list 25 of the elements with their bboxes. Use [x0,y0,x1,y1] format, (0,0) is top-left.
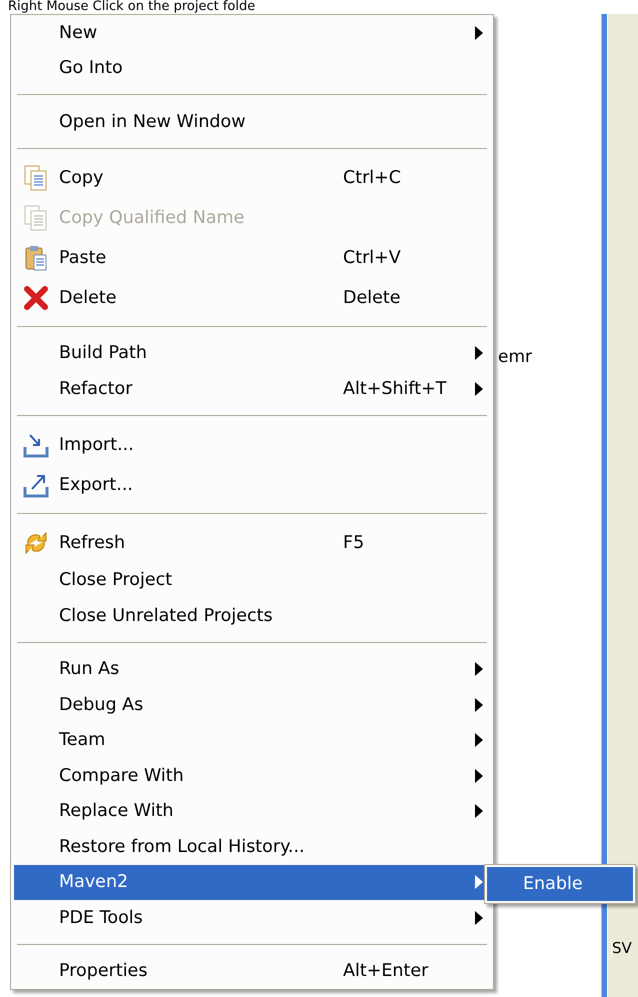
menu-item[interactable]: Debug As [14,687,490,722]
menu-item[interactable]: Paste Ctrl+V [14,238,490,278]
menu-item[interactable]: PDE Tools [14,900,490,936]
menu-item[interactable]: Copy Ctrl+C [14,158,490,198]
menu-item[interactable]: Compare With [14,758,490,794]
menu-item[interactable]: Refactor Alt+Shift+T [14,371,490,406]
menu-item[interactable]: Enable [487,867,633,901]
menu-item[interactable]: Close Project [14,562,490,598]
caption-text: Right Mouse Click on the project folde [7,0,256,14]
menu-item[interactable]: Open in New Window [14,104,490,140]
menu-item[interactable]: Import... [14,424,490,464]
menu-item[interactable]: Team [14,722,490,758]
menu-item[interactable]: Build Path [14,336,490,371]
menu-item[interactable]: Export... [14,464,490,504]
menu-item[interactable]: Refresh F5 [14,522,490,562]
menu-item[interactable]: Properties Alt+Enter [14,954,490,989]
menu-item[interactable]: Delete Delete [14,278,490,318]
menu-item[interactable]: Close Unrelated Projects [14,598,490,634]
cross-icon [22,284,50,312]
menu-item[interactable]: Run As [14,652,490,687]
menu-item[interactable]: Replace With [14,794,490,829]
menu-item[interactable]: New [14,15,490,50]
background-text: emr [498,347,532,367]
menu-item[interactable]: Restore from Local History... [14,829,490,864]
menu-item[interactable]: Go Into [14,50,490,86]
